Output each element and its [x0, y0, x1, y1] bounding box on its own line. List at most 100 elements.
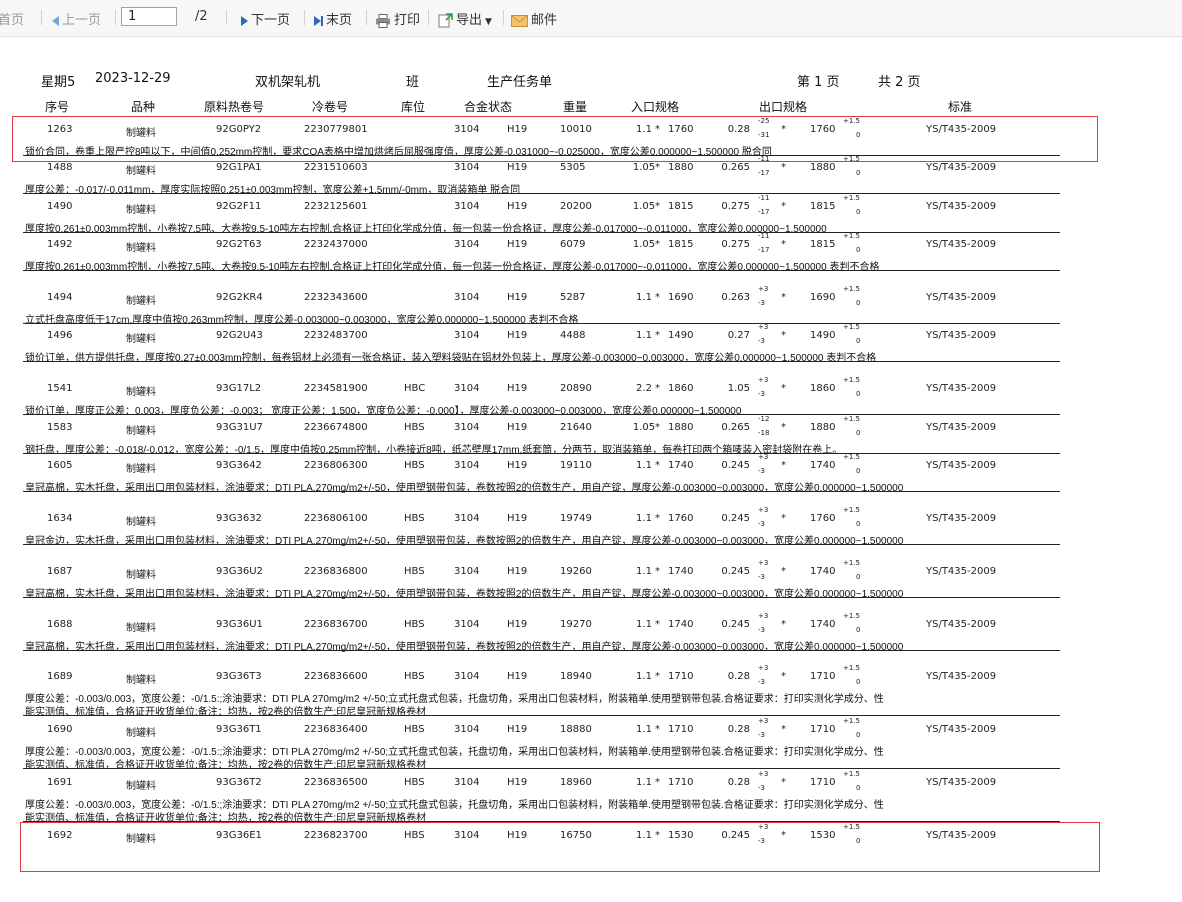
cell-thickness-tol-lower: -3 [758, 467, 765, 475]
printer-icon [376, 13, 390, 28]
cell-raw-coil: 93G31U7 [216, 422, 263, 433]
cell-thickness-tol-upper: +3 [758, 717, 769, 725]
col-header-standard: 标准 [948, 100, 973, 114]
cell-entry-width: 1880 [668, 422, 694, 433]
cell-standard: YS/T435-2009 [926, 566, 997, 577]
cell-variety: 制罐料 [126, 334, 156, 345]
prev-page-button[interactable]: 上一页 [52, 9, 101, 28]
mail-button[interactable]: 邮件 [511, 9, 557, 28]
cell-exit-times: * [781, 383, 786, 394]
cell-alloy: 3104 [454, 777, 480, 788]
cell-exit-width: 1740 [810, 460, 836, 471]
row-separator [23, 414, 1060, 415]
cell-width-tol-lower: 0 [856, 520, 861, 528]
cell-weight: 20890 [560, 383, 592, 394]
cell-weight: 5305 [560, 162, 586, 173]
last-bar-icon [321, 15, 323, 26]
cell-seq: 1494 [47, 292, 73, 303]
cell-temper: H19 [507, 383, 528, 394]
cell-raw-coil: 93G36T1 [216, 724, 262, 735]
cell-weight: 18960 [560, 777, 592, 788]
cell-exit-times: * [781, 777, 786, 788]
cell-alloy: 3104 [454, 422, 480, 433]
cell-location: HBC [404, 383, 426, 394]
cell-width-tol-lower: 0 [856, 337, 861, 345]
cell-location: HBS [404, 422, 425, 433]
cell-seq: 1488 [47, 162, 73, 173]
row-separator [23, 232, 1060, 233]
cell-weight: 21640 [560, 422, 592, 433]
cell-exit-width: 1815 [810, 201, 836, 212]
page-number-input[interactable]: 1 [121, 7, 177, 26]
cell-alloy: 3104 [454, 383, 480, 394]
col-header-entry-spec: 入口规格 [631, 100, 680, 114]
page-total: /2 [195, 9, 208, 24]
cell-location: HBS [404, 671, 425, 682]
cell-entry-width: 1740 [668, 619, 694, 630]
cell-exit-width: 1490 [810, 330, 836, 341]
first-page-button[interactable]: 首页 [0, 9, 24, 28]
col-header-variety: 品种 [131, 100, 156, 114]
cell-thickness-tol-upper: -11 [758, 232, 770, 240]
cell-width-tol-upper: +1.5 [843, 770, 860, 778]
col-header-raw-coil: 原料热卷号 [204, 100, 265, 114]
mail-icon [511, 14, 528, 27]
row-separator [23, 323, 1060, 324]
next-page-label: 下一页 [251, 13, 291, 28]
row-separator [23, 597, 1060, 598]
row-separator [23, 544, 1060, 545]
cell-exit-width: 1815 [810, 239, 836, 250]
cell-alloy: 3104 [454, 724, 480, 735]
cell-seq: 1496 [47, 330, 73, 341]
cell-alloy: 3104 [454, 292, 480, 303]
toolbar-divider [428, 10, 429, 25]
cell-entry-width: 1740 [668, 566, 694, 577]
cell-cold-coil: 2232437000 [304, 239, 368, 250]
cell-exit-thickness: 0.265 [721, 422, 750, 433]
cell-cold-coil: 2236806300 [304, 460, 368, 471]
cell-width-tol-upper: +1.5 [843, 717, 860, 725]
cell-standard: YS/T435-2009 [926, 460, 997, 471]
report-date: 2023-12-29 [95, 71, 171, 86]
report-shift: 班 [406, 75, 420, 90]
cell-width-tol-upper: +1.5 [843, 376, 860, 384]
cell-thickness-tol-upper: +3 [758, 453, 769, 461]
cell-thickness-tol-upper: +3 [758, 323, 769, 331]
cell-exit-thickness: 0.28 [727, 724, 750, 735]
cell-width-tol-lower: 0 [856, 429, 861, 437]
cell-exit-times: * [781, 292, 786, 303]
cell-thickness-tol-lower: -3 [758, 731, 765, 739]
cell-entry-width: 1710 [668, 724, 694, 735]
cell-weight: 5287 [560, 292, 586, 303]
cell-entry-width: 1815 [668, 201, 694, 212]
cell-exit-width: 1710 [810, 724, 836, 735]
cell-width-tol-upper: +1.5 [843, 664, 860, 672]
highlight-box-row-1692 [20, 822, 1100, 872]
cell-variety: 制罐料 [126, 675, 156, 686]
cell-weight: 19260 [560, 566, 592, 577]
last-page-button[interactable]: 末页 [314, 9, 352, 28]
cell-standard: YS/T435-2009 [926, 513, 997, 524]
cell-width-tol-lower: 0 [856, 208, 861, 216]
cell-exit-thickness: 0.275 [721, 239, 750, 250]
cell-weight: 18940 [560, 671, 592, 682]
cell-temper: H19 [507, 619, 528, 630]
col-header-weight: 重量 [563, 100, 588, 114]
cell-entry-width: 1880 [668, 162, 694, 173]
export-button[interactable]: 导出 ▼ [438, 9, 492, 28]
report-title: 生产任务单 [487, 75, 553, 90]
print-button[interactable]: 打印 [375, 9, 420, 28]
cell-width-tol-upper: +1.5 [843, 506, 860, 514]
cell-location: HBS [404, 460, 425, 471]
cell-thickness-tol-lower: -17 [758, 169, 770, 177]
last-page-label: 末页 [326, 13, 353, 28]
cell-thickness-tol-upper: -11 [758, 194, 770, 202]
cell-standard: YS/T435-2009 [926, 162, 997, 173]
cell-width-tol-upper: +1.5 [843, 323, 860, 331]
cell-width-tol-upper: +1.5 [843, 453, 860, 461]
next-page-button[interactable]: 下一页 [241, 9, 290, 28]
cell-thickness-tol-upper: +3 [758, 506, 769, 514]
cell-temper: H19 [507, 460, 528, 471]
cell-seq: 1490 [47, 201, 73, 212]
mail-label: 邮件 [531, 13, 558, 28]
